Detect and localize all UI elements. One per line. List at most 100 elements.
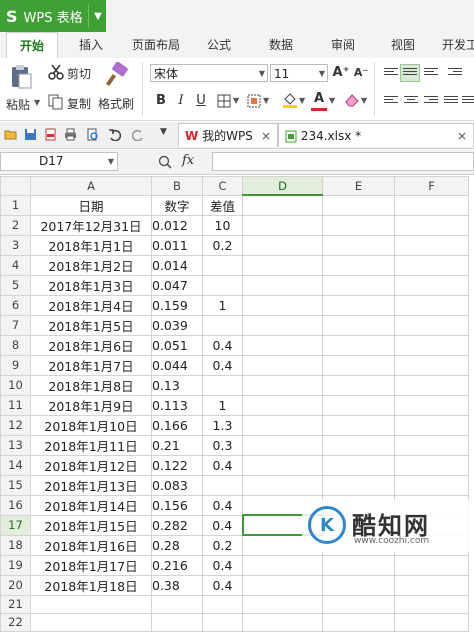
- cell-d[interactable]: [242, 612, 323, 632]
- cell-a[interactable]: [30, 612, 152, 632]
- clear-format-icon[interactable]: [344, 92, 360, 108]
- justify-icon[interactable]: [444, 96, 458, 108]
- align-top-icon[interactable]: [384, 68, 398, 80]
- cell-a[interactable]: 日期: [30, 194, 152, 216]
- font-name-select[interactable]: 宋体 ▼: [150, 64, 268, 82]
- cell-e[interactable]: [322, 554, 395, 576]
- cell-f[interactable]: [394, 314, 469, 336]
- cell-b[interactable]: 0.166: [151, 414, 203, 436]
- row-header[interactable]: 6: [0, 294, 31, 316]
- cell-f[interactable]: [394, 254, 469, 276]
- row-header[interactable]: 16: [0, 494, 31, 516]
- cell-a[interactable]: 2018年1月13日: [30, 474, 152, 496]
- cell-a[interactable]: [30, 594, 152, 614]
- close-icon[interactable]: ×: [457, 124, 467, 148]
- copy-button[interactable]: 复制: [67, 95, 91, 112]
- search-icon[interactable]: [158, 155, 172, 169]
- cell-f[interactable]: [394, 334, 469, 356]
- cell-c[interactable]: [202, 474, 243, 496]
- cell-e[interactable]: [322, 254, 395, 276]
- export-pdf-icon[interactable]: [44, 128, 57, 141]
- paste-icon[interactable]: [8, 64, 34, 90]
- cell-d[interactable]: [242, 334, 323, 356]
- cell-a[interactable]: 2018年1月4日: [30, 294, 152, 316]
- cell-f[interactable]: [394, 294, 469, 316]
- tab-data[interactable]: 数据: [260, 32, 302, 58]
- cell-f[interactable]: [394, 274, 469, 296]
- cell-e[interactable]: [322, 354, 395, 376]
- cell-c[interactable]: 0.2: [202, 534, 243, 556]
- cell-c[interactable]: [202, 594, 243, 614]
- font-size-select[interactable]: 11 ▼: [270, 64, 328, 82]
- row-header[interactable]: 22: [0, 612, 31, 632]
- cell-c[interactable]: 0.4: [202, 574, 243, 596]
- row-header[interactable]: 11: [0, 394, 31, 416]
- font-color-button[interactable]: A: [310, 90, 328, 108]
- cell-d[interactable]: [242, 434, 323, 456]
- chevron-down-icon[interactable]: ▼: [263, 96, 269, 105]
- cell-a[interactable]: 2018年1月15日: [30, 514, 152, 536]
- row-header[interactable]: 19: [0, 554, 31, 576]
- close-icon[interactable]: ×: [261, 124, 271, 148]
- cell-b[interactable]: 0.159: [151, 294, 203, 316]
- merge-cells-icon[interactable]: [246, 93, 262, 109]
- cell-b[interactable]: [151, 612, 203, 632]
- cell-f[interactable]: [394, 474, 469, 496]
- cell-c[interactable]: 10: [202, 214, 243, 236]
- doc-tab-my-wps[interactable]: W 我的WPS ×: [178, 123, 278, 147]
- row-header[interactable]: 5: [0, 274, 31, 296]
- cell-c[interactable]: 0.4: [202, 554, 243, 576]
- formula-input[interactable]: [212, 152, 474, 171]
- cell-a[interactable]: 2018年1月16日: [30, 534, 152, 556]
- format-painter-button[interactable]: 格式刷: [98, 95, 134, 112]
- cell-d[interactable]: [242, 374, 323, 396]
- cell-b[interactable]: 0.047: [151, 274, 203, 296]
- name-box[interactable]: D17 ▼: [0, 152, 118, 171]
- cell-c[interactable]: [202, 254, 243, 276]
- cell-e[interactable]: [322, 434, 395, 456]
- cell-c[interactable]: 0.4: [202, 334, 243, 356]
- cell-c[interactable]: [202, 274, 243, 296]
- tab-developer[interactable]: 开发工: [436, 32, 474, 58]
- cell-f[interactable]: [394, 414, 469, 436]
- cell-b[interactable]: 0.21: [151, 434, 203, 456]
- row-header[interactable]: 20: [0, 574, 31, 596]
- cell-e[interactable]: [322, 414, 395, 436]
- tab-home[interactable]: 开始: [6, 32, 58, 60]
- column-header-c[interactable]: C: [202, 176, 243, 196]
- format-painter-icon[interactable]: [104, 62, 130, 88]
- tab-insert[interactable]: 插入: [70, 32, 112, 58]
- print-preview-icon[interactable]: [86, 128, 99, 141]
- cell-e[interactable]: [322, 394, 395, 416]
- cell-e[interactable]: [322, 454, 395, 476]
- cell-a[interactable]: 2018年1月14日: [30, 494, 152, 516]
- function-button[interactable]: fx: [182, 153, 194, 168]
- chevron-down-icon[interactable]: ▼: [329, 96, 335, 105]
- row-header[interactable]: 7: [0, 314, 31, 336]
- cell-d[interactable]: [242, 554, 323, 576]
- column-header-e[interactable]: E: [322, 176, 395, 196]
- cell-a[interactable]: 2017年12月31日: [30, 214, 152, 236]
- app-dropdown-icon[interactable]: ▼: [88, 4, 107, 28]
- cell-f[interactable]: [394, 554, 469, 576]
- cell-b[interactable]: 0.014: [151, 254, 203, 276]
- cell-e[interactable]: [322, 314, 395, 336]
- row-header[interactable]: 18: [0, 534, 31, 556]
- cell-e[interactable]: [322, 612, 395, 632]
- cell-f[interactable]: [394, 234, 469, 256]
- cell-b[interactable]: 数字: [151, 194, 203, 216]
- row-header[interactable]: 1: [0, 194, 31, 216]
- copy-icon[interactable]: [48, 94, 64, 110]
- row-header[interactable]: 10: [0, 374, 31, 396]
- row-header[interactable]: 3: [0, 234, 31, 256]
- tab-page-layout[interactable]: 页面布局: [126, 32, 186, 58]
- cell-d[interactable]: [242, 234, 323, 256]
- folder-icon[interactable]: [4, 128, 17, 141]
- print-icon[interactable]: [64, 128, 77, 141]
- cell-b[interactable]: 0.122: [151, 454, 203, 476]
- cell-b[interactable]: 0.13: [151, 374, 203, 396]
- select-all-corner[interactable]: [0, 176, 31, 196]
- doc-tab-234-xlsx[interactable]: 234.xlsx * ×: [278, 123, 474, 147]
- column-header-a[interactable]: A: [30, 176, 152, 196]
- indent-icon[interactable]: [448, 68, 462, 80]
